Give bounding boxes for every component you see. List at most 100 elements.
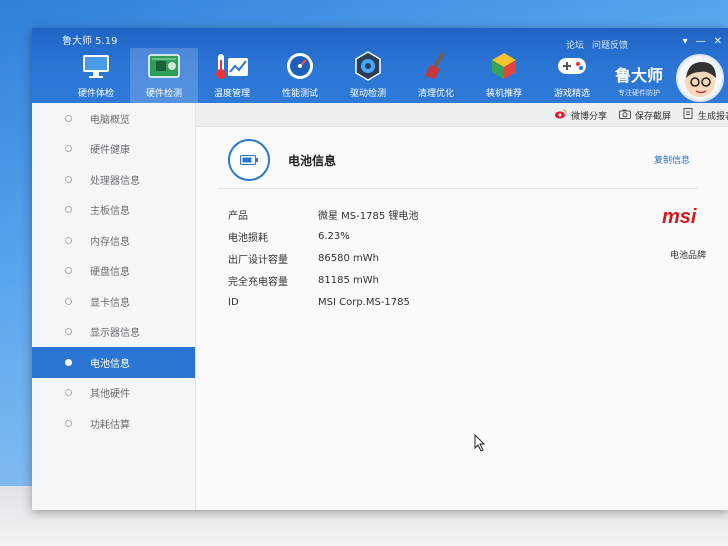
tool-temperature[interactable]: 温度管理 bbox=[198, 48, 266, 103]
sidebar-item-display[interactable]: 显示器信息 bbox=[32, 317, 195, 348]
radio-dot-icon bbox=[65, 267, 72, 275]
cube-icon bbox=[487, 51, 521, 81]
gamepad-icon bbox=[555, 51, 589, 81]
tool-label: 游戏精选 bbox=[553, 89, 590, 99]
sidebar-item-label: 硬件健康 bbox=[90, 145, 130, 157]
sidebar-item-label: 电池信息 bbox=[90, 358, 130, 370]
sidebar: 电脑概览 硬件健康 处理器信息 主板信息 内存信息 硬盘信息 显卡信息 显示器信… bbox=[32, 103, 196, 510]
brand-block: 鲁大师 专注硬件防护 bbox=[604, 62, 674, 98]
info-row: 电池损耗 6.23% bbox=[228, 225, 518, 247]
radio-dot-icon bbox=[65, 419, 72, 427]
battery-icon bbox=[228, 139, 270, 181]
generate-report-label: 生成报表 bbox=[697, 111, 728, 122]
info-row: 产品 微星 MS-1785 锂电池 bbox=[228, 203, 518, 225]
circuit-board-icon bbox=[147, 51, 181, 81]
main-panel: 微博分享 保存截屏 生成报表 电池信息 复制信息 产品微星 MS-1785 锂电 bbox=[196, 103, 728, 510]
sidebar-item-label: 电脑概览 bbox=[90, 114, 130, 126]
info-row: ID MSI Corp.MS-1785 bbox=[228, 291, 518, 313]
save-screenshot-label: 保存截屏 bbox=[634, 111, 671, 122]
tool-hardware-checkup[interactable]: 硬件体检 bbox=[62, 48, 130, 103]
weibo-share-button[interactable]: 微博分享 bbox=[554, 108, 607, 122]
forum-link[interactable]: 论坛 bbox=[566, 38, 584, 51]
sidebar-item-power[interactable]: 功耗估算 bbox=[32, 408, 195, 439]
msi-logo-text: msi bbox=[662, 206, 697, 228]
weibo-share-label: 微博分享 bbox=[570, 111, 607, 122]
window-controls: ▾ — ✕ bbox=[683, 36, 722, 47]
sidebar-item-label: 功耗估算 bbox=[90, 419, 130, 431]
gauge-icon bbox=[283, 51, 317, 81]
tool-label: 硬件检测 bbox=[145, 89, 182, 99]
main-toolbar: 硬件体检 硬件检测 温度管理 性能测试 驱动检测 清理优化 装机推荐 游戏精选 bbox=[62, 48, 606, 103]
radio-dot-icon bbox=[65, 389, 72, 397]
radio-dot-icon bbox=[65, 145, 72, 153]
sidebar-item-label: 硬盘信息 bbox=[90, 267, 130, 279]
sidebar-item-gpu[interactable]: 显卡信息 bbox=[32, 286, 195, 317]
radio-dot-icon bbox=[65, 114, 72, 122]
tool-label: 清理优化 bbox=[417, 89, 454, 99]
info-key: 产品 bbox=[228, 210, 248, 222]
close-icon[interactable]: ✕ bbox=[714, 36, 722, 47]
sidebar-item-cpu[interactable]: 处理器信息 bbox=[32, 164, 195, 195]
tool-games[interactable]: 游戏精选 bbox=[538, 48, 606, 103]
radio-dot-icon bbox=[65, 175, 72, 183]
info-value: 86580 mWh bbox=[318, 252, 379, 264]
info-key: 出厂设计容量 bbox=[228, 254, 288, 266]
tool-cleanup[interactable]: 清理优化 bbox=[402, 48, 470, 103]
sidebar-item-label: 内存信息 bbox=[90, 236, 130, 248]
tool-label: 驱动检测 bbox=[349, 89, 386, 99]
sidebar-item-label: 处理器信息 bbox=[90, 175, 140, 187]
monitor-icon bbox=[79, 51, 113, 81]
msi-logo: msi bbox=[662, 206, 720, 232]
info-key: 电池损耗 bbox=[228, 232, 268, 244]
brand-name: 鲁大师 bbox=[614, 66, 663, 85]
tool-hardware-detect[interactable]: 硬件检测 bbox=[130, 48, 198, 103]
avatar[interactable] bbox=[676, 54, 724, 102]
app-title: 鲁大师 5.19 bbox=[62, 36, 118, 47]
action-buttons: 微博分享 保存截屏 生成报表 bbox=[554, 108, 728, 122]
weibo-icon bbox=[554, 108, 567, 122]
divider bbox=[218, 188, 698, 189]
sidebar-item-label: 主板信息 bbox=[90, 206, 130, 218]
tool-label: 硬件体检 bbox=[77, 89, 114, 99]
generate-report-button[interactable]: 生成报表 bbox=[683, 108, 728, 122]
radio-dot-icon bbox=[65, 358, 72, 366]
sidebar-item-overview[interactable]: 电脑概览 bbox=[32, 103, 195, 134]
brand-slogan: 专注硬件防护 bbox=[618, 89, 660, 97]
sidebar-item-health[interactable]: 硬件健康 bbox=[32, 134, 195, 165]
tool-build-recommend[interactable]: 装机推荐 bbox=[470, 48, 538, 103]
info-key: 完全充电容量 bbox=[228, 276, 288, 288]
gear-icon bbox=[351, 51, 385, 81]
sidebar-item-other[interactable]: 其他硬件 bbox=[32, 378, 195, 409]
info-value: 微星 MS-1785 锂电池 bbox=[318, 210, 419, 222]
sidebar-item-battery[interactable]: 电池信息 bbox=[32, 347, 195, 378]
tool-label: 温度管理 bbox=[213, 89, 250, 99]
thermometer-icon bbox=[215, 51, 249, 81]
battery-info-table: 产品 微星 MS-1785 锂电池 电池损耗 6.23% 出厂设计容量 86580 m… bbox=[228, 203, 518, 313]
tool-performance[interactable]: 性能测试 bbox=[266, 48, 334, 103]
info-row: 出厂设计容量 86580 mWh bbox=[228, 247, 518, 269]
sidebar-item-disk[interactable]: 硬盘信息 bbox=[32, 256, 195, 287]
section-title: 电池信息 bbox=[288, 153, 337, 168]
minimize-icon[interactable]: — bbox=[696, 36, 706, 47]
app-header: 鲁大师 5.19 硬件体检 硬件检测 温度管理 性能测试 驱动检测 清理优化 装… bbox=[32, 28, 728, 103]
info-row: 完全充电容量 81185 mWh bbox=[228, 269, 518, 291]
tool-driver[interactable]: 驱动检测 bbox=[334, 48, 402, 103]
menu-icon[interactable]: ▾ bbox=[683, 36, 688, 47]
radio-dot-icon bbox=[65, 236, 72, 244]
sidebar-item-motherboard[interactable]: 主板信息 bbox=[32, 195, 195, 226]
app-window: 鲁大师 5.19 硬件体检 硬件检测 温度管理 性能测试 驱动检测 清理优化 装… bbox=[32, 28, 728, 510]
action-bar: 微博分享 保存截屏 生成报表 bbox=[196, 103, 728, 127]
top-links: 论坛 问题反馈 bbox=[566, 38, 628, 51]
report-icon bbox=[683, 108, 694, 122]
sidebar-item-memory[interactable]: 内存信息 bbox=[32, 225, 195, 256]
radio-dot-icon bbox=[65, 297, 72, 305]
save-screenshot-button[interactable]: 保存截屏 bbox=[618, 108, 671, 122]
tool-label: 性能测试 bbox=[281, 89, 318, 99]
copy-info-link[interactable]: 复制信息 bbox=[654, 153, 690, 166]
broom-icon bbox=[419, 51, 453, 81]
info-value: MSI Corp.MS-1785 bbox=[318, 296, 410, 308]
feedback-link[interactable]: 问题反馈 bbox=[592, 38, 628, 51]
battery-brand-label: 电池品牌 bbox=[670, 251, 707, 261]
info-key: ID bbox=[228, 296, 239, 308]
radio-dot-icon bbox=[65, 206, 72, 214]
